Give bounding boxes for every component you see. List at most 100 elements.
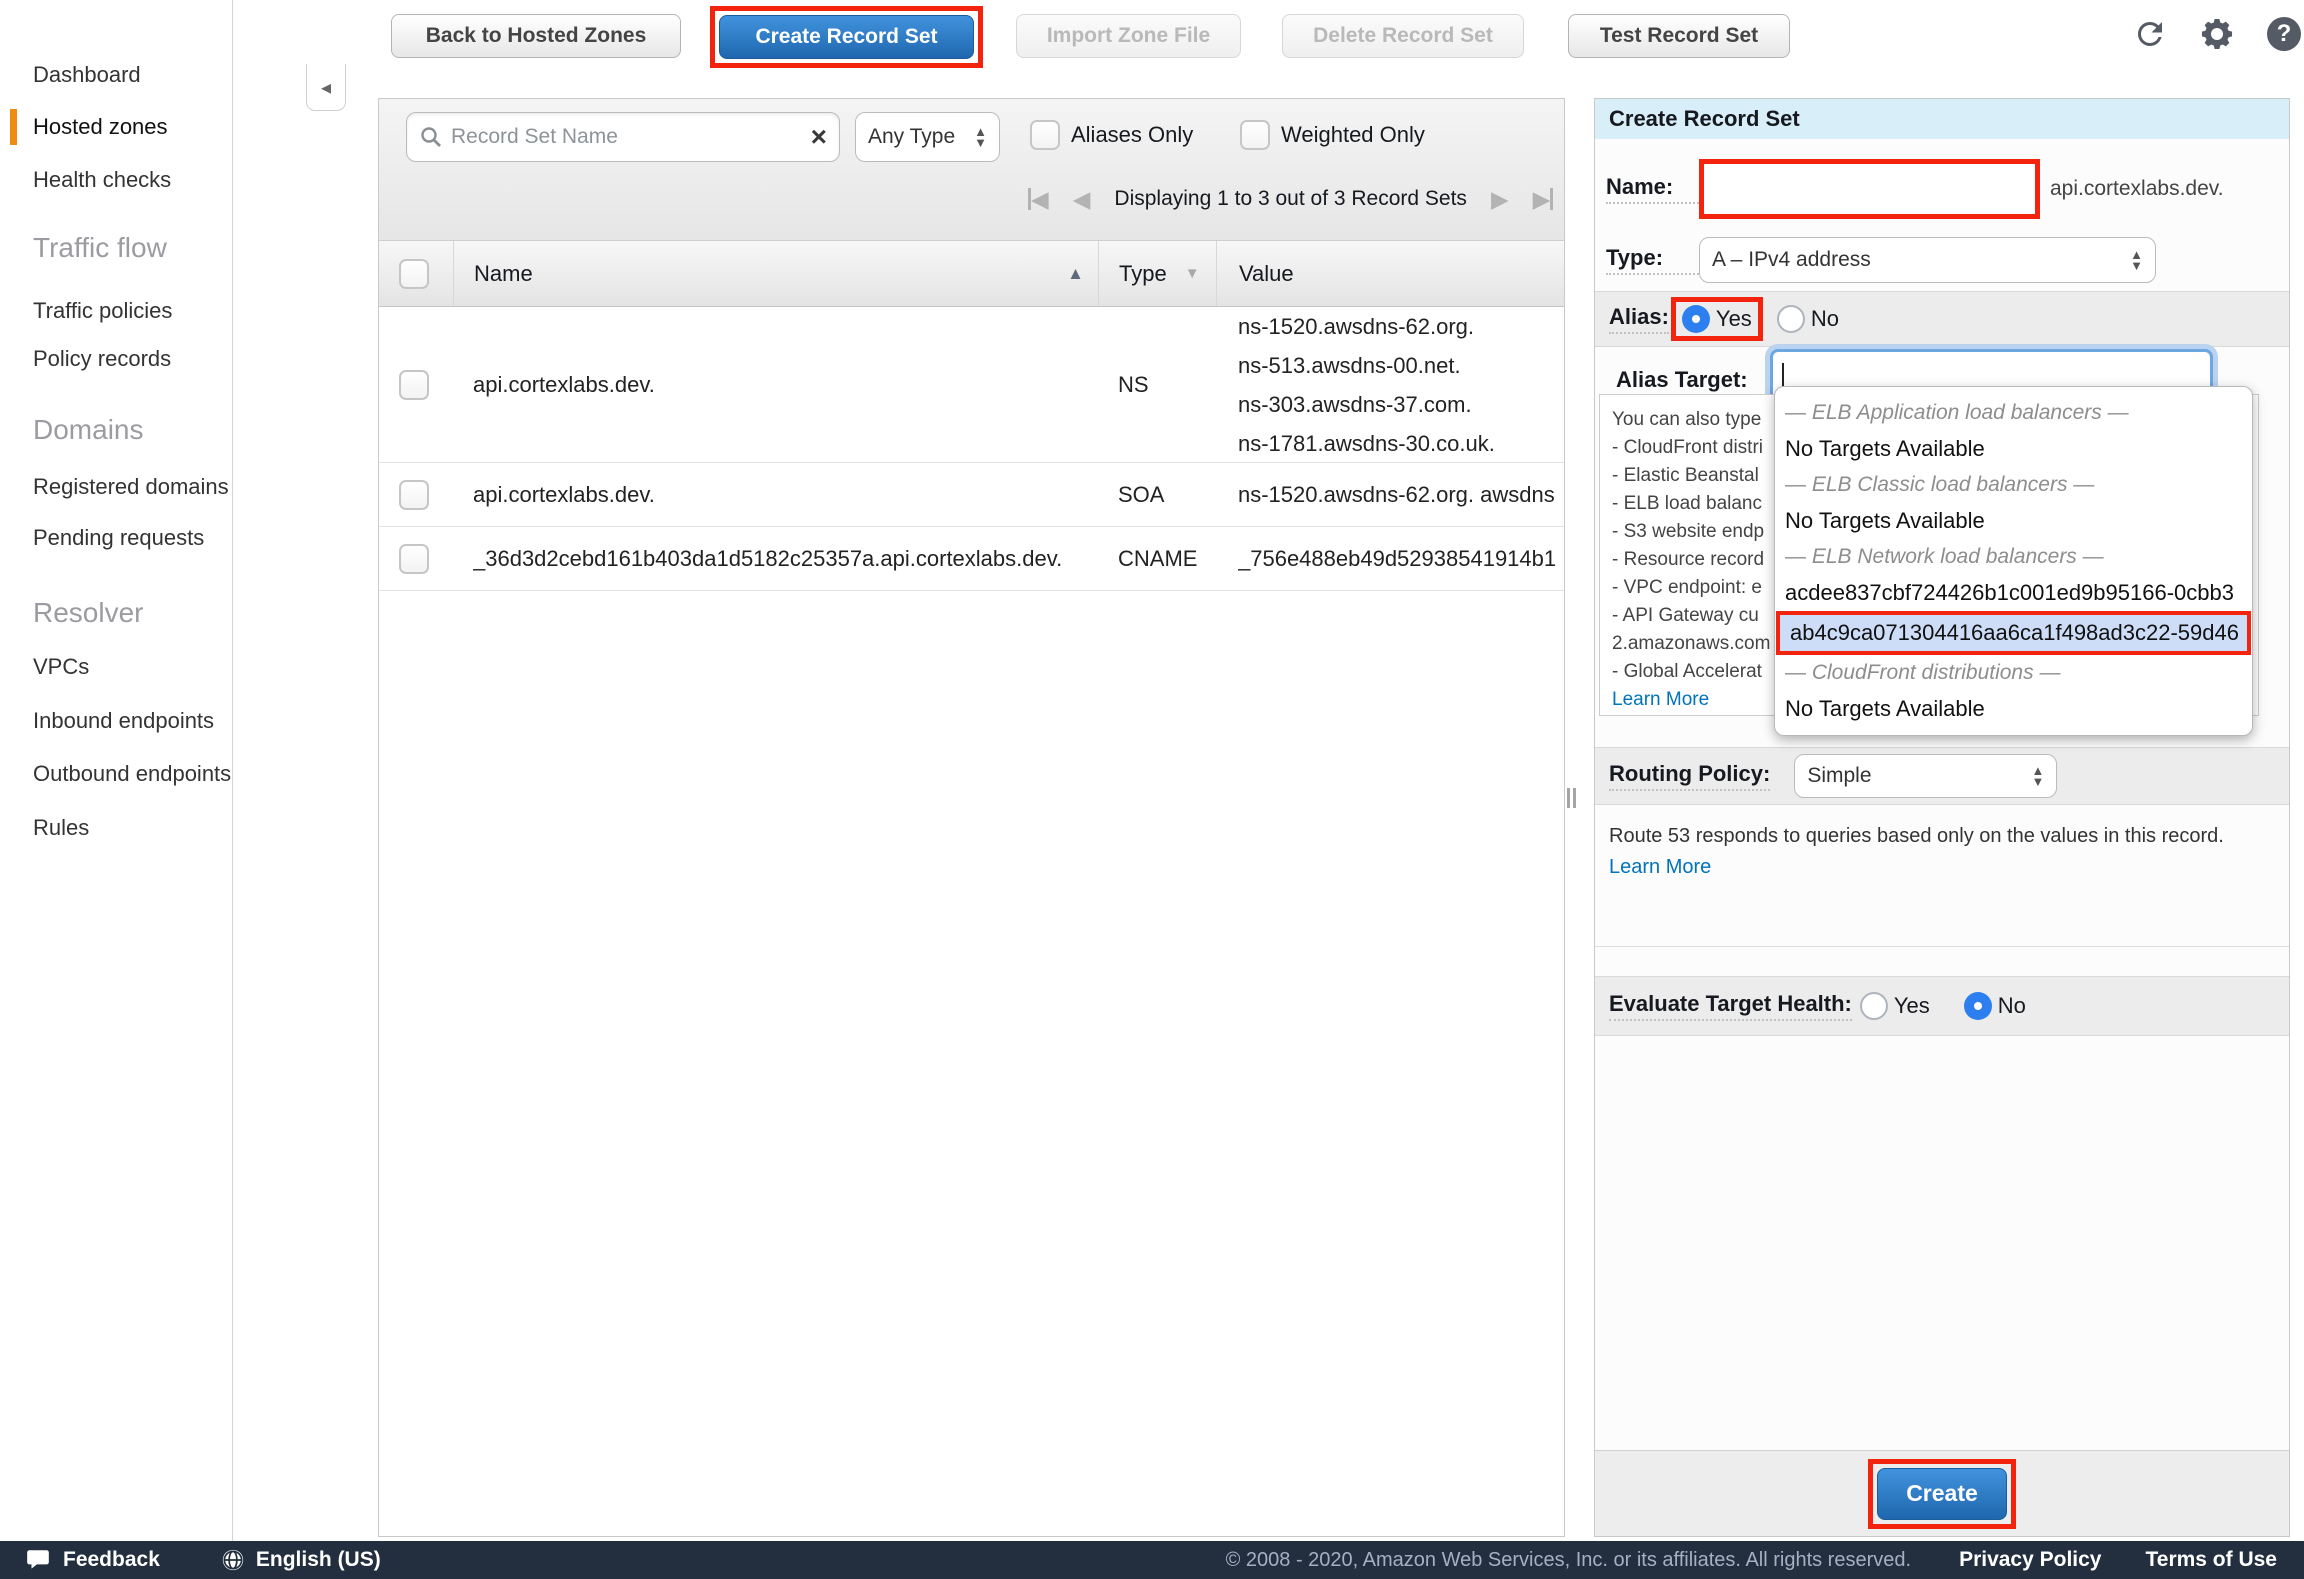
create-record-set-panel: Create Record Set Name: api.cortexlabs.d… (1594, 98, 2290, 1537)
last-page-icon[interactable]: ▶ (1533, 186, 1554, 213)
evaluate-target-health-label: Evaluate Target Health: (1609, 991, 1852, 1021)
sidebar-section-traffic-flow: Traffic flow (33, 232, 167, 264)
annotation-box-selected-target: ab4c9ca071304416aa6ca1f498ad3c22-59d46 (1776, 611, 2251, 655)
routing-policy-select[interactable]: Simple ▲▼ (1794, 754, 2057, 798)
section-divider (1595, 946, 2289, 947)
sidebar-item-outbound-endpoints[interactable]: Outbound endpoints (33, 761, 231, 787)
sidebar-item-vpcs[interactable]: VPCs (33, 654, 89, 680)
sidebar-item-rules[interactable]: Rules (33, 815, 89, 841)
record-type: NS (1118, 372, 1149, 398)
type-select-value: A – IPv4 address (1712, 248, 1871, 272)
eth-yes-radio[interactable] (1860, 992, 1888, 1020)
learn-more-link[interactable]: Learn More (1609, 856, 1711, 878)
sidebar-collapse-button[interactable]: ◂ (306, 64, 346, 111)
sort-ascending-icon[interactable]: ▲ (1067, 264, 1084, 284)
eth-no-label: No (1998, 993, 2026, 1019)
terms-of-use-link[interactable]: Terms of Use (2146, 1548, 2278, 1572)
first-page-icon[interactable]: ◀ (1028, 186, 1049, 213)
row-checkbox[interactable] (399, 544, 429, 574)
type-column-header[interactable]: Type ▼ (1098, 241, 1216, 306)
annotation-box-alias-yes: Yes (1671, 297, 1763, 341)
clear-search-icon[interactable]: × (811, 123, 827, 151)
table-row[interactable]: _36d3d2cebd161b403da1d5182c25357a.api.co… (379, 527, 1564, 591)
next-page-icon[interactable]: ▶ (1491, 186, 1509, 213)
help-icon[interactable]: ? (2264, 14, 2304, 54)
record-values: ns-1520.awsdns-62.org. ns-513.awsdns-00.… (1238, 307, 1495, 462)
previous-page-icon[interactable]: ◀ (1073, 186, 1091, 213)
back-to-hosted-zones-button[interactable]: Back to Hosted Zones (391, 14, 681, 58)
name-column-label: Name (474, 261, 533, 287)
type-filter-select[interactable]: Any Type ▲▼ (855, 112, 1000, 162)
stepper-icon: ▲▼ (2120, 249, 2143, 271)
type-filter-caret-icon[interactable]: ▼ (1185, 265, 1200, 282)
delete-record-set-button[interactable]: Delete Record Set (1282, 14, 1524, 58)
record-type: CNAME (1118, 546, 1197, 572)
panel-title: Create Record Set (1595, 99, 2289, 139)
dropdown-option[interactable]: No Targets Available (1775, 503, 2252, 539)
record-set-search[interactable]: × (406, 112, 840, 162)
sidebar-item-hosted-zones[interactable]: Hosted zones (33, 114, 168, 140)
weighted-only-checkbox[interactable] (1240, 120, 1270, 150)
gear-icon[interactable] (2197, 14, 2237, 54)
aliases-only-label: Aliases Only (1071, 122, 1193, 148)
create-button[interactable]: Create (1877, 1468, 2007, 1520)
eth-no-radio[interactable] (1964, 992, 1992, 1020)
dropdown-option[interactable]: No Targets Available (1775, 691, 2252, 727)
record-type: SOA (1118, 482, 1164, 508)
stepper-icon: ▲▼ (2021, 765, 2044, 787)
sidebar-item-health-checks[interactable]: Health checks (33, 167, 171, 193)
row-checkbox[interactable] (399, 370, 429, 400)
dropdown-group: — ELB Application load balancers — (1775, 395, 2252, 431)
value-column-label: Value (1239, 261, 1294, 287)
dropdown-option[interactable]: acdee837cbf724426b1c001ed9b95166-0cbb3 (1775, 575, 2252, 611)
filter-bar: × Any Type ▲▼ Aliases Only Weighted Only… (379, 99, 1564, 241)
create-record-set-button[interactable]: Create Record Set (719, 15, 974, 59)
dropdown-option[interactable]: No Targets Available (1775, 431, 2252, 467)
form-footer: Create (1595, 1450, 2289, 1536)
name-field-row: Name: api.cortexlabs.dev. (1606, 154, 2280, 224)
aliases-only-checkbox[interactable] (1030, 120, 1060, 150)
name-input[interactable] (1704, 164, 2035, 214)
language-selector[interactable]: English (US) (256, 1548, 381, 1572)
sidebar-item-inbound-endpoints[interactable]: Inbound endpoints (33, 708, 214, 734)
alias-target-dropdown: — ELB Application load balancers — No Ta… (1774, 386, 2253, 736)
alias-no-radio[interactable] (1777, 305, 1805, 333)
alias-yes-label: Yes (1716, 306, 1752, 332)
active-item-indicator (10, 109, 17, 145)
copyright-text: © 2008 - 2020, Amazon Web Services, Inc.… (1226, 1549, 1911, 1572)
table-row[interactable]: api.cortexlabs.dev. SOA ns-1520.awsdns-6… (379, 463, 1564, 527)
sidebar-item-registered-domains[interactable]: Registered domains (33, 474, 229, 500)
sidebar-item-dashboard[interactable]: Dashboard (33, 62, 141, 88)
table-row[interactable]: api.cortexlabs.dev. NS ns-1520.awsdns-62… (379, 307, 1564, 463)
record-values: ns-1520.awsdns-62.org. awsdns (1238, 482, 1555, 508)
alias-label: Alias: (1609, 304, 1669, 334)
name-column-header[interactable]: Name ▲ (453, 241, 1098, 306)
import-zone-file-button[interactable]: Import Zone File (1016, 14, 1241, 58)
alias-target-label: Alias Target: (1616, 367, 1748, 397)
dropdown-option-highlighted[interactable]: ab4c9ca071304416aa6ca1f498ad3c22-59d46 (1780, 615, 2247, 651)
sidebar-item-policy-records[interactable]: Policy records (33, 346, 171, 372)
panel-resize-handle[interactable] (1567, 788, 1579, 808)
row-checkbox[interactable] (399, 480, 429, 510)
record-name: _36d3d2cebd161b403da1d5182c25357a.api.co… (473, 546, 1062, 572)
annotation-box-create-record-set: Create Record Set (710, 6, 983, 68)
refresh-icon[interactable] (2130, 14, 2170, 54)
search-input[interactable] (451, 125, 811, 149)
evaluate-target-health-row: Evaluate Target Health: Yes No (1595, 976, 2289, 1036)
test-record-set-button[interactable]: Test Record Set (1568, 14, 1790, 58)
weighted-only-label: Weighted Only (1281, 122, 1425, 148)
select-all-checkbox[interactable] (399, 259, 429, 289)
sidebar-item-pending-requests[interactable]: Pending requests (33, 525, 204, 551)
type-label: Type: (1606, 245, 1699, 275)
alias-yes-radio[interactable] (1682, 305, 1710, 333)
feedback-link[interactable]: Feedback (63, 1548, 160, 1572)
sidebar-item-traffic-policies[interactable]: Traffic policies (33, 298, 172, 324)
name-label: Name: (1606, 174, 1699, 204)
dropdown-group: — ELB Network load balancers — (1775, 539, 2252, 575)
routing-policy-row: Routing Policy: Simple ▲▼ (1595, 747, 2289, 805)
pagination: ◀ ◀ Displaying 1 to 3 out of 3 Record Se… (1028, 179, 1553, 219)
routing-policy-description: Route 53 responds to queries based only … (1609, 821, 2264, 883)
type-select[interactable]: A – IPv4 address ▲▼ (1699, 237, 2156, 283)
weighted-only-filter: Weighted Only (1240, 120, 1425, 150)
privacy-policy-link[interactable]: Privacy Policy (1959, 1548, 2101, 1572)
